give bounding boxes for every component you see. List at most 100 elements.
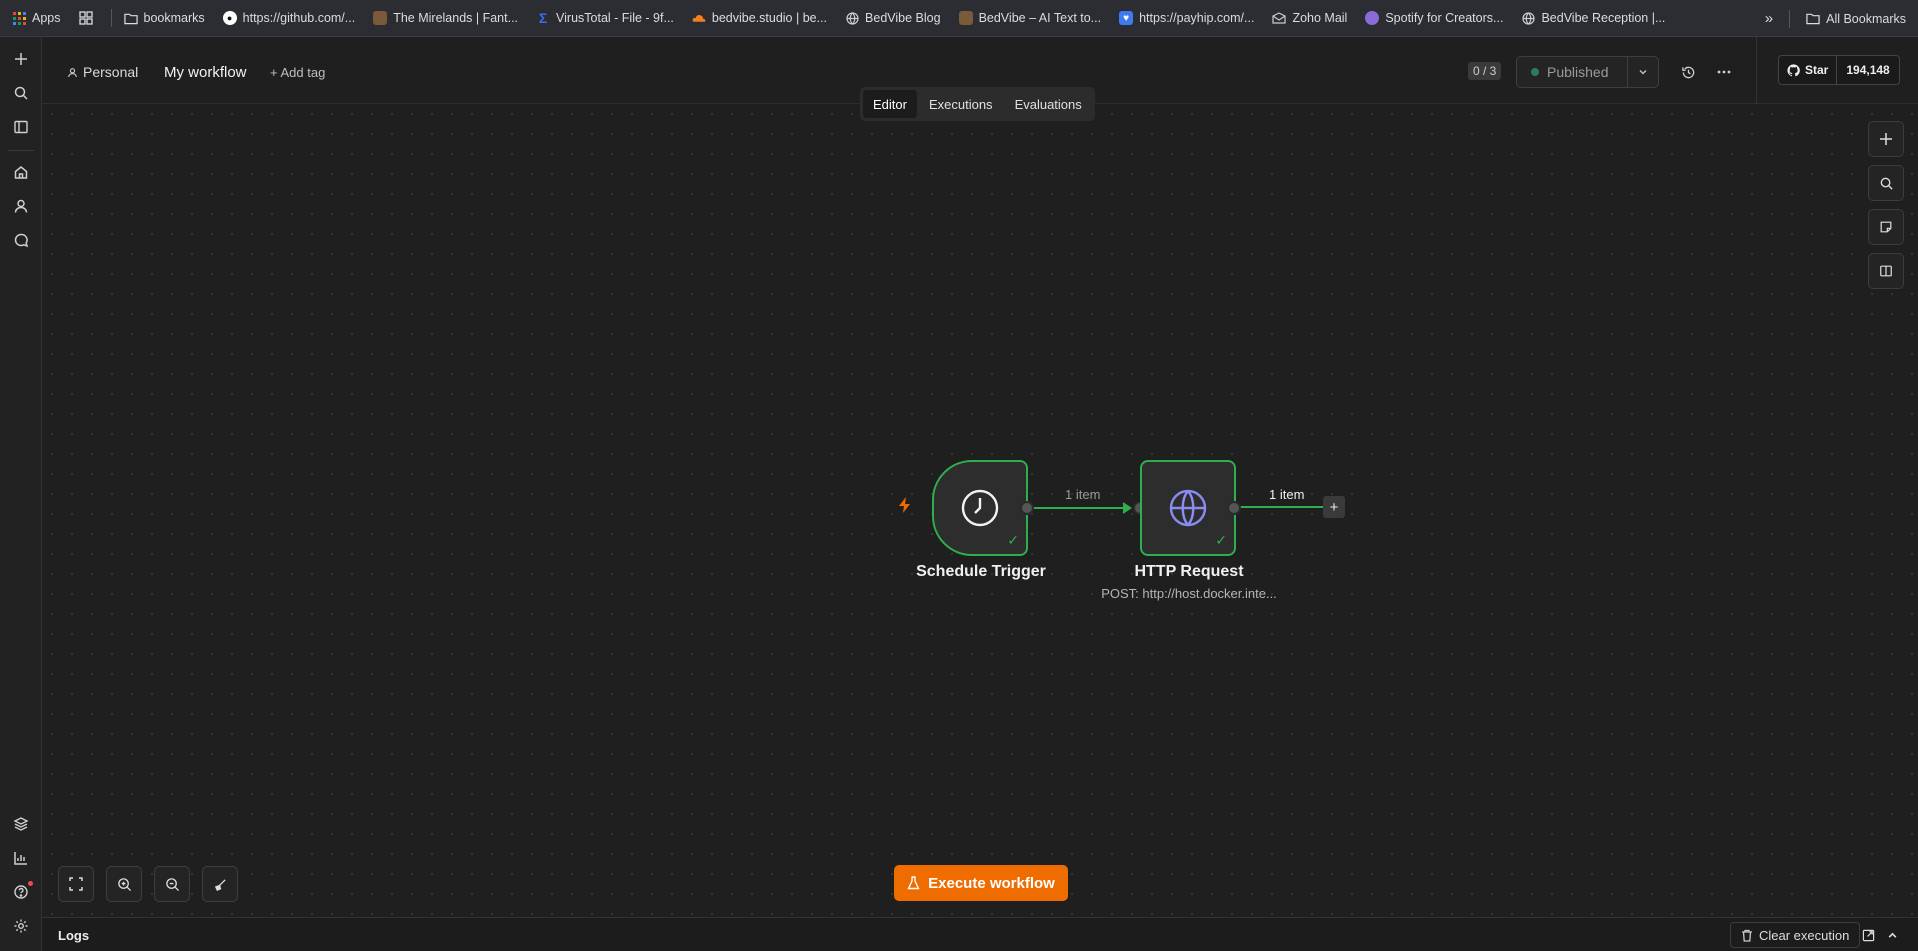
clear-execution-label: Clear execution [1759,927,1850,943]
flask-icon [907,876,920,890]
all-bookmarks-button[interactable]: All Bookmarks [1806,12,1906,26]
bookmark-tab-groups[interactable] [78,11,93,25]
spotify-icon [1365,11,1380,25]
templates-icon[interactable] [11,814,31,834]
zoom-in-icon[interactable] [106,866,142,902]
github-star-button[interactable]: Star [1779,56,1838,84]
bookmark-payhip[interactable]: ♥ https://payhip.com/... [1119,11,1254,25]
success-check-icon: ✓ [1215,532,1227,548]
tidy-up-icon[interactable] [202,866,238,902]
bookmarks-right: » All Bookmarks [1765,0,1906,36]
search-icon[interactable] [1868,165,1904,201]
edge-item-count: 1 item [1269,487,1305,502]
bookmark-bedvibe-blog[interactable]: BedVibe Blog [845,11,941,25]
canvas-right-toolbar [1868,121,1904,289]
bookmark-bedvibe-studio[interactable]: bedvibe.studio | be... [692,11,827,25]
add-tag-button[interactable]: + Add tag [270,65,325,80]
sidebar-divider [8,150,34,151]
execute-workflow-label: Execute workflow [928,874,1055,892]
node-label: Schedule Trigger [916,563,1046,580]
logs-panel[interactable]: Logs Clear execution [42,917,1918,951]
trigger-bolt-icon [898,497,911,518]
tab-groups-icon [78,11,93,25]
output-handle[interactable] [1227,501,1241,515]
connection-arrow [1123,502,1132,514]
bookmark-label: BedVibe – AI Text to... [978,11,1102,25]
github-star-count[interactable]: 194,148 [1837,56,1899,84]
bookmark-label: bedvibe.studio | be... [711,11,828,25]
sticky-note-icon[interactable] [1868,209,1904,245]
http-request-node[interactable]: ✓ [1140,460,1236,556]
globe-icon [1169,489,1207,527]
bookmark-label: https://payhip.com/... [1139,11,1255,25]
bookmark-bedvibe-reception[interactable]: BedVibe Reception |... [1521,11,1665,25]
add-node-icon[interactable] [1868,121,1904,157]
popout-icon[interactable] [1860,927,1876,943]
chat-icon[interactable] [11,230,31,250]
bedvibe-icon [958,11,973,25]
panel-toggle-icon[interactable] [1868,253,1904,289]
folder-icon [1806,12,1820,26]
edge-item-count: 1 item [1065,487,1101,502]
fit-view-icon[interactable] [58,866,94,902]
execute-workflow-button[interactable]: Execute workflow [894,865,1068,901]
bookmark-apps[interactable]: Apps [12,11,61,25]
globe-icon [1521,11,1535,25]
folder-icon [123,11,138,25]
mirelands-icon [373,11,388,25]
more-options-icon[interactable] [1714,62,1734,82]
tab-evaluations[interactable]: Evaluations [1005,90,1092,118]
clock-icon [961,489,999,527]
header-divider [1756,37,1757,104]
apps-grid-icon [12,11,26,25]
active-workflow-counter: 0 / 3 [1468,62,1502,80]
bookmark-label: Apps [32,11,61,25]
search-icon[interactable] [11,83,31,103]
schedule-trigger-node[interactable]: ✓ [932,460,1028,556]
publish-status-button[interactable]: Published [1516,56,1628,88]
zoho-icon [1272,11,1287,25]
node-label: HTTP Request [1134,563,1244,580]
bookmark-label: Zoho Mail [1292,11,1348,25]
zoom-out-icon[interactable] [154,866,190,902]
user-icon [68,67,77,77]
trash-icon [1742,929,1752,942]
panel-toggle-icon[interactable] [11,117,31,137]
settings-gear-icon[interactable] [11,916,31,936]
bookmark-virustotal[interactable]: Σ VirusTotal - File - 9f... [536,10,674,26]
github-star-widget[interactable]: Star 194,148 [1778,55,1900,85]
left-sidebar [0,37,42,951]
history-icon[interactable] [1678,62,1698,82]
add-node-button[interactable]: + [1323,496,1345,518]
tab-executions[interactable]: Executions [919,90,1003,118]
home-icon[interactable] [11,162,31,182]
bookmark-zoho[interactable]: Zoho Mail [1272,11,1347,25]
bookmark-folder[interactable]: bookmarks [123,11,205,25]
insights-icon[interactable] [11,848,31,868]
bookmark-label: BedVibe Blog [865,11,941,25]
bookmark-github[interactable]: ● https://github.com/... [222,11,356,25]
bookmark-spotify[interactable]: Spotify for Creators... [1365,11,1503,25]
payhip-icon: ♥ [1119,11,1134,25]
publish-dropdown-button[interactable] [1627,56,1659,88]
virustotal-icon: Σ [538,10,548,26]
workflow-canvas[interactable]: ✓ Schedule Trigger 1 item ✓ HTTP Request… [42,104,1918,917]
output-handle[interactable] [1020,501,1034,515]
bookmark-mirelands[interactable]: The Mirelands | Fant... [373,11,518,25]
add-icon[interactable] [11,49,31,69]
tab-editor[interactable]: Editor [863,90,917,118]
bookmark-label: BedVibe Reception |... [1541,11,1666,25]
user-icon[interactable] [11,196,31,216]
breadcrumb-project[interactable]: Personal [67,64,138,80]
bookmark-label: bookmarks [143,11,205,25]
bookmark-label: https://github.com/... [242,11,356,25]
more-bookmarks-button[interactable]: » [1765,10,1773,27]
clear-execution-button[interactable]: Clear execution [1730,922,1861,948]
github-icon: ● [222,11,237,25]
bookmark-bedvibe-ai[interactable]: BedVibe – AI Text to... [958,11,1102,25]
bookmark-label: Spotify for Creators... [1385,11,1504,25]
workflow-name[interactable]: My workflow [164,64,247,81]
help-icon[interactable] [11,881,33,902]
success-check-icon: ✓ [1007,532,1019,548]
chevron-up-icon[interactable] [1884,927,1900,943]
